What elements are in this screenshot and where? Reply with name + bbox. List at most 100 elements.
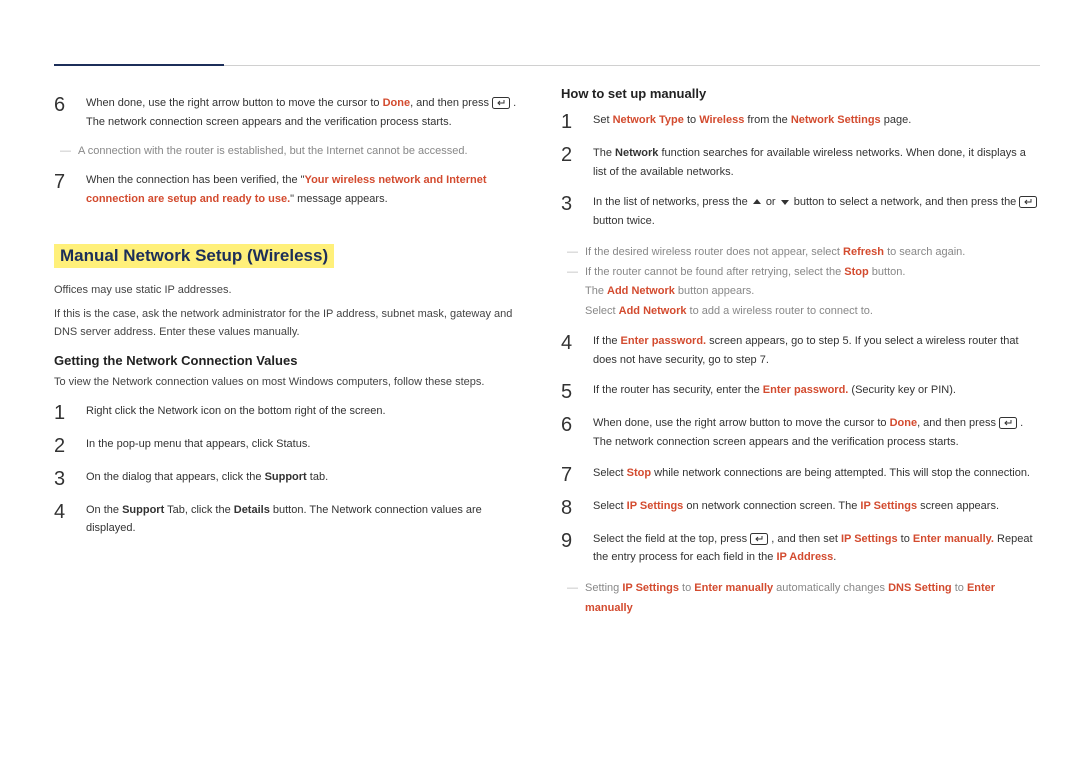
text: , and then press bbox=[917, 417, 999, 429]
note-stop: If the router cannot be found after retr… bbox=[585, 263, 1040, 283]
step-number: 6 bbox=[561, 414, 579, 451]
m-step-4: 4 If the Enter password. screen appears,… bbox=[561, 332, 1040, 369]
step-body: When the connection has been verified, t… bbox=[86, 171, 533, 208]
text: to search again. bbox=[884, 246, 965, 258]
left-column: 6 When done, use the right arrow button … bbox=[54, 84, 533, 625]
hl-stop-2: Stop bbox=[627, 467, 651, 479]
text: Select bbox=[585, 305, 619, 317]
step-number: 1 bbox=[561, 111, 579, 132]
intro-static-ip: Offices may use static IP addresses. bbox=[54, 282, 533, 300]
text: Select bbox=[593, 467, 627, 479]
step-body: When done, use the right arrow button to… bbox=[86, 94, 533, 131]
step-body: The Network function searches for availa… bbox=[593, 144, 1040, 181]
text: , and then set bbox=[771, 533, 841, 545]
step-body: If the Enter password. screen appears, g… bbox=[593, 332, 1040, 369]
text: button. bbox=[869, 266, 906, 278]
text: On the bbox=[86, 504, 122, 516]
step-number: 3 bbox=[561, 193, 579, 230]
text: from the bbox=[744, 114, 790, 126]
subheading-how-to-manual: How to set up manually bbox=[561, 86, 1040, 101]
getting-values-steps: 1 Right click the Network icon on the bo… bbox=[54, 402, 533, 538]
step-number: 6 bbox=[54, 94, 72, 131]
text: . bbox=[833, 551, 836, 563]
m-step-3-notes: If the desired wireless router does not … bbox=[585, 243, 1040, 322]
step-body: In the list of networks, press the or bu… bbox=[593, 193, 1040, 230]
hl-refresh: Refresh bbox=[843, 246, 884, 258]
step-body: On the dialog that appears, click the Su… bbox=[86, 468, 533, 489]
continued-steps-left: 6 When done, use the right arrow button … bbox=[54, 94, 533, 131]
text: In the list of networks, press the bbox=[593, 196, 751, 208]
hl-add-network: Add Network bbox=[607, 285, 675, 297]
hl-network-settings: Network Settings bbox=[791, 114, 881, 126]
hl-ip-settings: IP Settings bbox=[627, 500, 684, 512]
step-6: 6 When done, use the right arrow button … bbox=[54, 94, 533, 131]
hl-wireless: Wireless bbox=[699, 114, 744, 126]
enter-icon bbox=[1019, 196, 1037, 208]
step-number: 5 bbox=[561, 381, 579, 402]
m-step-5: 5 If the router has security, enter the … bbox=[561, 381, 1040, 402]
text: to add a wireless router to connect to. bbox=[686, 305, 873, 317]
step-body: Set Network Type to Wireless from the Ne… bbox=[593, 111, 1040, 132]
m-step-1: 1 Set Network Type to Wireless from the … bbox=[561, 111, 1040, 132]
text: Tab, click the bbox=[164, 504, 234, 516]
step-number: 8 bbox=[561, 497, 579, 518]
m-step-3: 3 In the list of networks, press the or … bbox=[561, 193, 1040, 230]
step-number: 4 bbox=[561, 332, 579, 369]
step-body: If the router has security, enter the En… bbox=[593, 381, 1040, 402]
down-arrow-icon bbox=[779, 196, 791, 208]
subheading-getting-values: Getting the Network Connection Values bbox=[54, 353, 533, 368]
text: When done, use the right arrow button to… bbox=[593, 417, 890, 429]
text: Set bbox=[593, 114, 613, 126]
text: If the desired wireless router does not … bbox=[585, 246, 843, 258]
note-connection-no-internet: A connection with the router is establis… bbox=[78, 143, 533, 161]
enter-icon bbox=[999, 417, 1017, 429]
text: , and then press bbox=[410, 97, 492, 109]
m-step-6: 6 When done, use the right arrow button … bbox=[561, 414, 1040, 451]
text: or bbox=[766, 196, 779, 208]
text: Select the field at the top, press bbox=[593, 533, 750, 545]
getting-values-intro: To view the Network connection values on… bbox=[54, 374, 533, 392]
text: button appears. bbox=[675, 285, 755, 297]
hl-done: Done bbox=[890, 417, 918, 429]
enter-icon bbox=[492, 97, 510, 109]
step-body: Select Stop while network connections ar… bbox=[593, 464, 1040, 485]
m-step-2: 2 The Network function searches for avai… bbox=[561, 144, 1040, 181]
step-body: Select IP Settings on network connection… bbox=[593, 497, 1040, 518]
note-add-network-appears: The Add Network button appears. bbox=[585, 282, 1040, 302]
note-refresh: If the desired wireless router does not … bbox=[585, 243, 1040, 263]
text: When the connection has been verified, t… bbox=[86, 174, 305, 186]
text: Select bbox=[593, 500, 627, 512]
step-body: On the Support Tab, click the Details bu… bbox=[86, 501, 533, 538]
hl-enter-password-2: Enter password. bbox=[763, 384, 849, 396]
hl-network-type: Network Type bbox=[613, 114, 684, 126]
text: to bbox=[684, 114, 699, 126]
m-step-9: 9 Select the field at the top, press , a… bbox=[561, 530, 1040, 567]
step-number: 3 bbox=[54, 468, 72, 489]
text: If the router cannot be found after retr… bbox=[585, 266, 844, 278]
g-step-1: 1 Right click the Network icon on the bo… bbox=[54, 402, 533, 423]
step-number: 7 bbox=[561, 464, 579, 485]
text: tab. bbox=[307, 471, 328, 483]
hl-enter-manually: Enter manually. bbox=[913, 533, 994, 545]
document-page: 6 When done, use the right arrow button … bbox=[0, 0, 1080, 763]
two-column-layout: 6 When done, use the right arrow button … bbox=[54, 84, 1040, 625]
step-number: 2 bbox=[54, 435, 72, 456]
text: (Security key or PIN). bbox=[848, 384, 956, 396]
enter-icon bbox=[750, 533, 768, 545]
step-number: 7 bbox=[54, 171, 72, 208]
hl-ip-settings-4: IP Settings bbox=[622, 582, 679, 594]
header-accent-bar bbox=[54, 64, 224, 66]
step-body: Right click the Network icon on the bott… bbox=[86, 402, 533, 423]
hl-stop: Stop bbox=[844, 266, 868, 278]
text: If the bbox=[593, 335, 621, 347]
step-number: 1 bbox=[54, 402, 72, 423]
note-dns-auto: Setting IP Settings to Enter manually au… bbox=[585, 579, 1040, 619]
hl-enter-password: Enter password. bbox=[621, 335, 707, 347]
bold-support: Support bbox=[265, 471, 307, 483]
text: to bbox=[679, 582, 694, 594]
right-column: How to set up manually 1 Set Network Typ… bbox=[561, 84, 1040, 625]
text: If the router has security, enter the bbox=[593, 384, 763, 396]
text: On the dialog that appears, click the bbox=[86, 471, 265, 483]
step-number: 9 bbox=[561, 530, 579, 567]
hl-add-network-2: Add Network bbox=[619, 305, 687, 317]
